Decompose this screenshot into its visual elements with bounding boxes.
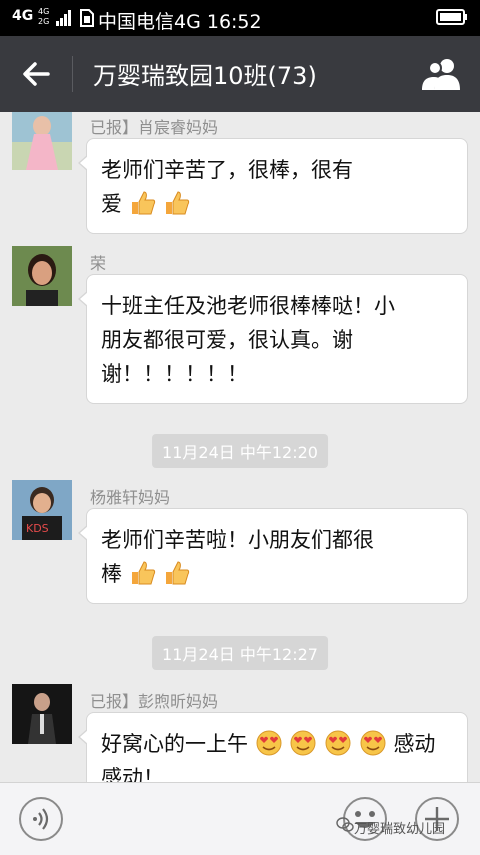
timestamp: 11月24日 中午12:20 — [152, 434, 328, 468]
avatar[interactable] — [12, 112, 72, 170]
sender-name: 荣 — [90, 254, 107, 273]
avatar[interactable] — [12, 246, 72, 306]
message-text: 好窝心的一上午 — [101, 732, 248, 756]
message-text: 感动！ — [101, 766, 164, 782]
network-small: 4G 2G — [38, 7, 49, 27]
sim-icon — [80, 9, 94, 27]
heart-eyes-emoji-icon — [290, 730, 316, 756]
message-text: 爱 — [101, 192, 122, 216]
thumbs-up-emoji-icon — [131, 191, 155, 215]
svg-text:KDS: KDS — [26, 522, 49, 535]
header-divider — [72, 56, 73, 92]
message-input[interactable] — [78, 797, 336, 843]
heart-eyes-emoji-icon — [360, 730, 386, 756]
message-bubble[interactable]: 十班主任及池老师很棒棒哒！小 朋友都很可爱，很认真。谢 谢！！！！！！ — [78, 274, 468, 404]
message-text: 朋友都很可爱，很认真。谢 — [101, 328, 353, 352]
message-text: 棒 — [101, 562, 122, 586]
thumbs-up-emoji-icon — [166, 191, 190, 215]
thumbs-up-emoji-icon — [166, 561, 190, 585]
avatar[interactable] — [12, 684, 72, 744]
sender-name: 杨雅轩妈妈 — [90, 488, 171, 507]
chat-header: 万婴瑞致园10班(73) — [0, 36, 480, 112]
status-bar: 4G 4G 2G 中国电信4G 16:52 — [0, 0, 480, 36]
heart-eyes-emoji-icon — [256, 730, 282, 756]
message-text: 感动 — [393, 732, 436, 756]
chat-title: 万婴瑞致园10班(73) — [93, 62, 317, 90]
heart-eyes-emoji-icon — [325, 730, 351, 756]
battery-icon — [436, 9, 467, 25]
timestamp: 11月24日 中午12:27 — [152, 636, 328, 670]
signal-icon — [56, 10, 71, 26]
message-text: 老师们辛苦了，很棒，很有 — [101, 158, 353, 182]
message-text: 谢！！！！！！ — [101, 362, 248, 386]
network-type: 4G — [12, 8, 34, 24]
sender-name: 已报】彭煦昕妈妈 — [90, 692, 219, 711]
message-text: 老师们辛苦啦！小朋友们都很 — [101, 528, 374, 552]
wechat-logo-icon — [336, 817, 354, 832]
sender-name: 已报】肖宸睿妈妈 — [90, 118, 219, 137]
message-text: 十班主任及池老师很棒棒哒！小 — [101, 294, 395, 318]
carrier-time: 中国电信4G 16:52 — [98, 11, 262, 33]
message-bubble[interactable]: 好窝心的一上午 感动 感动！ — [78, 712, 468, 782]
chat-area[interactable]: 已报】肖宸睿妈妈 老师们辛苦了，很棒，很有 爱 荣 十班主任及池老师很棒棒哒！小… — [0, 112, 480, 782]
avatar[interactable]: KDS — [12, 480, 72, 540]
message-bubble[interactable]: 老师们辛苦了，很棒，很有 爱 — [78, 138, 468, 234]
watermark-text: 万婴瑞致幼儿园 — [354, 822, 446, 837]
network-small-bottom: 2G — [38, 17, 50, 26]
back-arrow-icon[interactable] — [18, 56, 54, 92]
thumbs-up-emoji-icon — [131, 561, 155, 585]
group-members-icon[interactable] — [420, 56, 464, 92]
message-bubble[interactable]: 老师们辛苦啦！小朋友们都很 棒 — [78, 508, 468, 604]
network-small-top: 4G — [38, 7, 50, 16]
voice-icon[interactable] — [18, 796, 64, 842]
